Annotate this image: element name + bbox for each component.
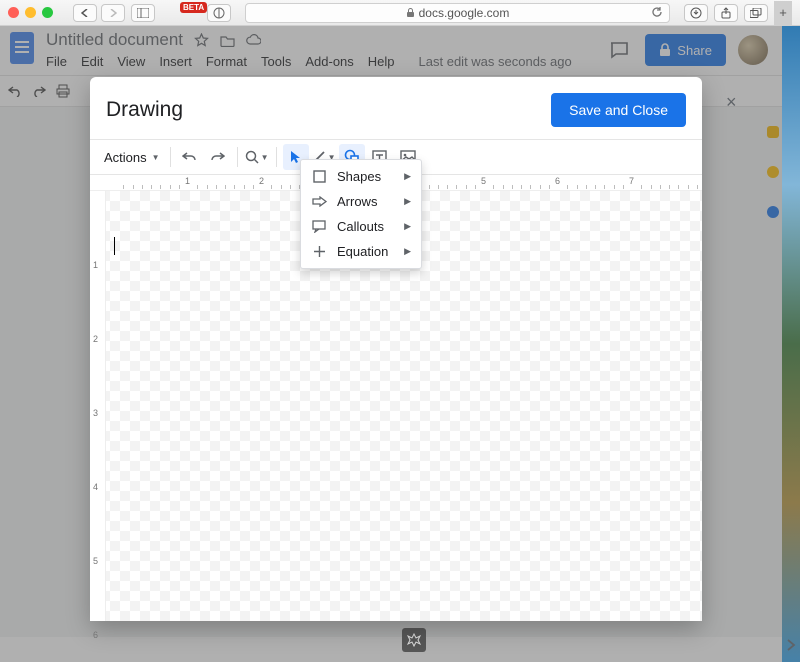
menu-item-label: Callouts (337, 219, 384, 234)
new-tab-button[interactable]: + (774, 1, 792, 25)
arrow-icon (311, 194, 327, 210)
side-panel-toggle[interactable] (786, 638, 796, 652)
reload-icon[interactable] (651, 6, 663, 18)
menu-item-label: Arrows (337, 194, 377, 209)
chevron-down-icon: ▼ (261, 153, 269, 162)
toolbar-separator (237, 147, 238, 167)
desktop-wallpaper-strip (782, 26, 800, 662)
text-cursor (114, 237, 115, 255)
nav-forward-button[interactable] (101, 4, 125, 22)
undo-button[interactable] (177, 144, 203, 170)
address-bar-text: docs.google.com (419, 6, 510, 20)
menu-item-callouts[interactable]: Callouts ▶ (301, 214, 421, 239)
zoom-button[interactable]: ▼ (244, 144, 270, 170)
chevron-right-icon: ▶ (404, 196, 411, 207)
chevron-right-icon: ▶ (404, 221, 411, 232)
chevron-down-icon: ▼ (152, 153, 160, 162)
explore-button[interactable] (402, 628, 426, 652)
toolbar-separator (276, 147, 277, 167)
tabs-button[interactable] (744, 4, 768, 22)
lock-icon (406, 8, 415, 18)
shape-dropdown-menu: Shapes ▶ Arrows ▶ Callouts ▶ Equation ▶ (300, 159, 422, 269)
actions-label: Actions (104, 150, 147, 165)
menu-item-label: Equation (337, 244, 388, 259)
browser-titlebar: BETA docs.google.com + (0, 0, 800, 26)
dialog-close-button[interactable]: × (726, 92, 800, 113)
menu-item-label: Shapes (337, 169, 381, 184)
sidebar-toggle-button[interactable] (131, 4, 155, 22)
square-icon (311, 169, 327, 185)
callout-icon (311, 219, 327, 235)
menu-item-shapes[interactable]: Shapes ▶ (301, 164, 421, 189)
dialog-title: Drawing (106, 98, 183, 122)
share-browser-button[interactable] (714, 4, 738, 22)
shield-icon[interactable] (207, 4, 231, 22)
actions-menu-button[interactable]: Actions ▼ (100, 144, 164, 170)
toolbar-separator (170, 147, 171, 167)
save-and-close-button[interactable]: Save and Close (551, 93, 686, 127)
beta-badge: BETA (180, 2, 207, 13)
menu-item-arrows[interactable]: Arrows ▶ (301, 189, 421, 214)
menu-item-equation[interactable]: Equation ▶ (301, 239, 421, 264)
traffic-light-zoom[interactable] (42, 7, 53, 18)
nav-back-button[interactable] (73, 4, 97, 22)
traffic-light-minimize[interactable] (25, 7, 36, 18)
redo-button[interactable] (205, 144, 231, 170)
chevron-right-icon: ▶ (404, 171, 411, 182)
downloads-button[interactable] (684, 4, 708, 22)
equation-icon (311, 244, 327, 260)
address-bar[interactable]: docs.google.com (245, 3, 670, 23)
chevron-right-icon: ▶ (404, 246, 411, 257)
traffic-light-close[interactable] (8, 7, 19, 18)
vertical-ruler: 123456 (90, 191, 106, 621)
